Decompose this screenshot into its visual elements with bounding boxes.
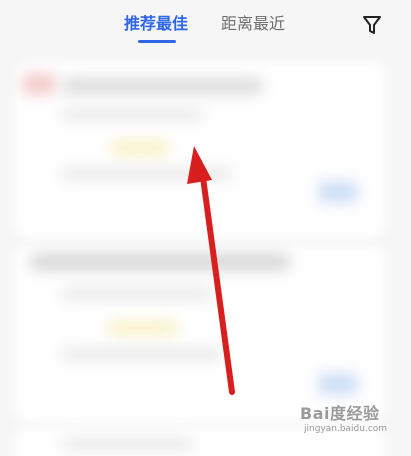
- active-tab-indicator: [138, 40, 176, 43]
- watermark-brand: Bai度经验: [300, 404, 380, 423]
- watermark-url: jingyan.baidu.com: [304, 424, 388, 434]
- tab-recommended[interactable]: 推荐最佳: [124, 14, 188, 34]
- app-screen: 推荐最佳 距离最近 Bai度经验 jingyan.baidu.com: [0, 0, 411, 456]
- blurred-detail: [62, 168, 232, 180]
- blurred-title: [62, 438, 192, 450]
- blurred-title: [62, 78, 262, 94]
- blurred-tag: [108, 322, 178, 334]
- blurred-subtitle: [62, 108, 202, 120]
- blurred-tag: [110, 142, 170, 154]
- filter-icon: [363, 16, 381, 34]
- result-list: [0, 56, 411, 456]
- tab-nearest[interactable]: 距离最近: [221, 14, 285, 34]
- filter-button[interactable]: [357, 10, 387, 40]
- blurred-detail: [62, 348, 222, 360]
- blurred-subtitle: [62, 288, 212, 300]
- blurred-badge: [22, 74, 56, 94]
- list-item[interactable]: [14, 246, 386, 422]
- baidu-watermark: Bai度经验 jingyan.baidu.com: [300, 400, 408, 452]
- blurred-title: [30, 254, 290, 270]
- tab-bar: 推荐最佳 距离最近: [0, 0, 411, 52]
- blurred-action: [318, 182, 358, 202]
- blurred-action: [318, 374, 358, 394]
